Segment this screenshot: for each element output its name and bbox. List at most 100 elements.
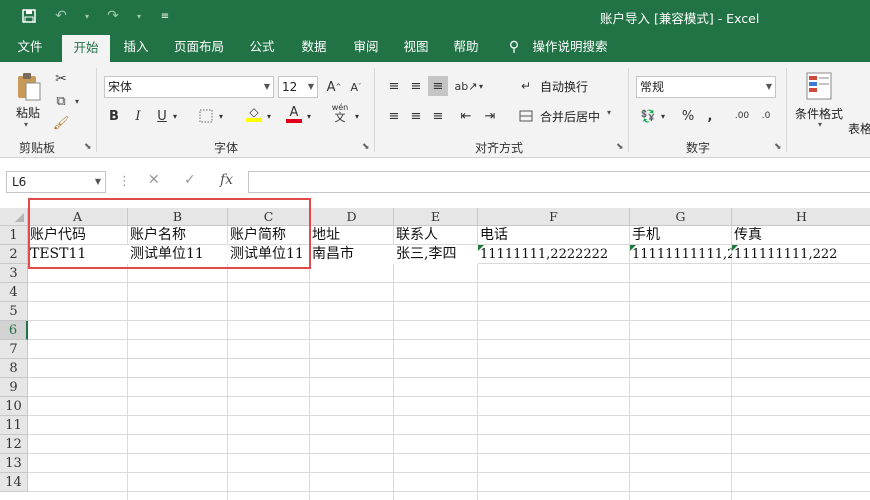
accounting-dropdown-icon[interactable]: ▾ xyxy=(658,106,668,126)
tab-formulas[interactable]: 公式 xyxy=(242,32,282,62)
cell-a1[interactable]: 账户代码 xyxy=(28,226,128,245)
cell-e2[interactable]: 张三,李四 xyxy=(394,245,478,264)
align-right-icon[interactable]: ≡ xyxy=(428,106,448,126)
orientation-icon[interactable]: ab↗ xyxy=(455,76,478,96)
orientation-dropdown-icon[interactable]: ▾ xyxy=(476,76,486,96)
copy-icon[interactable]: ⧉ xyxy=(52,92,70,110)
align-left-icon[interactable]: ≡ xyxy=(384,106,404,126)
row-header-6[interactable]: 6 xyxy=(0,321,28,340)
cut-icon[interactable]: ✂ xyxy=(52,70,70,88)
redo-dropdown-icon[interactable]: ▾ xyxy=(126,3,152,29)
cell-h2[interactable]: 111111111,222 xyxy=(732,245,870,264)
undo-icon[interactable]: ↶ xyxy=(48,3,74,29)
insert-function-icon[interactable]: fx xyxy=(220,172,233,188)
increase-decimal-icon[interactable]: .00 xyxy=(732,106,752,126)
wrap-text-icon[interactable]: ↵ xyxy=(516,76,536,96)
cell-a2[interactable]: TEST11 xyxy=(28,245,128,264)
row-header-13[interactable]: 13 xyxy=(0,454,28,473)
undo-dropdown-icon[interactable]: ▾ xyxy=(74,3,100,29)
cell-d2[interactable]: 南昌市 xyxy=(310,245,394,264)
row-header-12[interactable]: 12 xyxy=(0,435,28,454)
enter-icon[interactable]: ✓ xyxy=(184,172,196,188)
alignment-launcher-icon[interactable]: ⬊ xyxy=(616,142,624,152)
middle-align-icon[interactable]: ≡ xyxy=(406,76,426,96)
cell-b1[interactable]: 账户名称 xyxy=(128,226,228,245)
row-header-8[interactable]: 8 xyxy=(0,359,28,378)
row-header-5[interactable]: 5 xyxy=(0,302,28,321)
phonetic-dropdown-icon[interactable]: ▾ xyxy=(352,106,362,126)
font-size-combo[interactable]: 12 ▼ xyxy=(278,76,318,98)
top-align-icon[interactable]: ≡ xyxy=(384,76,404,96)
column-header-a[interactable]: A xyxy=(28,208,128,226)
cell-e1[interactable]: 联系人 xyxy=(394,226,478,245)
merge-center-button[interactable]: 合并后居中 xyxy=(540,108,600,125)
redo-icon[interactable]: ↷ xyxy=(100,3,126,29)
increase-font-size-icon[interactable]: A ^ xyxy=(324,77,344,97)
row-header-9[interactable]: 9 xyxy=(0,378,28,397)
wrap-text-button[interactable]: 自动换行 xyxy=(540,78,588,95)
row-header-4[interactable]: 4 xyxy=(0,283,28,302)
column-header-e[interactable]: E xyxy=(394,208,478,226)
cell-f2[interactable]: 11111111,2222222 xyxy=(478,245,630,264)
row-header-14[interactable]: 14 xyxy=(0,473,28,492)
decrease-decimal-icon[interactable]: .0 xyxy=(756,106,776,126)
name-box[interactable]: L6 ▼ xyxy=(6,171,106,193)
tab-data[interactable]: 数据 xyxy=(294,32,334,62)
bold-button[interactable]: B xyxy=(104,106,124,126)
font-launcher-icon[interactable]: ⬊ xyxy=(362,142,370,152)
italic-button[interactable]: I xyxy=(128,106,148,126)
copy-dropdown-icon[interactable]: ▾ xyxy=(72,94,82,108)
align-center-icon[interactable]: ≡ xyxy=(406,106,426,126)
tab-page-layout[interactable]: 页面布局 xyxy=(168,32,230,62)
borders-dropdown-icon[interactable]: ▾ xyxy=(216,106,226,126)
number-launcher-icon[interactable]: ⬊ xyxy=(774,142,782,152)
fill-color-dropdown-icon[interactable]: ▾ xyxy=(264,106,274,126)
font-name-combo[interactable]: 宋体 ▼ xyxy=(104,76,274,98)
cell-g1[interactable]: 手机 xyxy=(630,226,732,245)
increase-indent-icon[interactable]: ⇥ xyxy=(480,106,500,126)
customize-qat-icon[interactable]: ≡ xyxy=(152,3,178,29)
paste-icon[interactable] xyxy=(14,70,44,104)
column-header-g[interactable]: G xyxy=(630,208,732,226)
tab-help[interactable]: 帮助 xyxy=(446,32,486,62)
tab-view[interactable]: 视图 xyxy=(396,32,436,62)
conditional-format-dropdown-icon[interactable]: ▾ xyxy=(818,120,822,129)
paste-dropdown-icon[interactable]: ▾ xyxy=(24,120,28,129)
cell-c1[interactable]: 账户简称 xyxy=(228,226,310,245)
underline-button[interactable]: U xyxy=(152,106,172,126)
column-header-c[interactable]: C xyxy=(228,208,310,226)
row-header-7[interactable]: 7 xyxy=(0,340,28,359)
format-as-table-button[interactable]: 表格 xyxy=(848,120,870,137)
decrease-font-size-icon[interactable]: Aˇ xyxy=(346,77,366,97)
cell-h1[interactable]: 传真 xyxy=(732,226,870,245)
column-header-f[interactable]: F xyxy=(478,208,630,226)
cell-b2[interactable]: 测试单位11 xyxy=(128,245,228,264)
borders-icon[interactable] xyxy=(196,106,216,126)
cell-g2[interactable]: 11111111111,2 xyxy=(630,245,732,264)
cell-c2[interactable]: 测试单位11 xyxy=(228,245,310,264)
row-header-2[interactable]: 2 xyxy=(0,245,28,264)
tab-tell-me[interactable]: 操作说明搜索 xyxy=(530,32,610,62)
column-header-b[interactable]: B xyxy=(128,208,228,226)
column-header-d[interactable]: D xyxy=(310,208,394,226)
formula-input[interactable] xyxy=(248,171,870,193)
merge-dropdown-icon[interactable]: ▾ xyxy=(607,108,611,117)
tab-file[interactable]: 文件 xyxy=(8,32,52,62)
column-header-h[interactable]: H xyxy=(732,208,870,226)
row-header-11[interactable]: 11 xyxy=(0,416,28,435)
clipboard-launcher-icon[interactable]: ⬊ xyxy=(84,142,92,152)
tab-insert[interactable]: 插入 xyxy=(116,32,156,62)
cell-f1[interactable]: 电话 xyxy=(478,226,630,245)
decrease-indent-icon[interactable]: ⇤ xyxy=(456,106,476,126)
font-color-dropdown-icon[interactable]: ▾ xyxy=(304,106,314,126)
tab-review[interactable]: 审阅 xyxy=(346,32,386,62)
format-painter-icon[interactable]: 🖌 xyxy=(52,114,70,132)
bottom-align-icon[interactable]: ≡ xyxy=(428,76,448,96)
font-color-icon[interactable]: A xyxy=(284,104,304,124)
fill-color-icon[interactable]: ◇ xyxy=(244,104,264,124)
cancel-icon[interactable]: ✕ xyxy=(148,172,160,188)
accounting-format-icon[interactable]: 💱 xyxy=(638,106,658,126)
percent-button[interactable]: % xyxy=(678,106,698,126)
merge-center-icon[interactable] xyxy=(516,106,536,126)
underline-dropdown-icon[interactable]: ▾ xyxy=(170,106,180,126)
